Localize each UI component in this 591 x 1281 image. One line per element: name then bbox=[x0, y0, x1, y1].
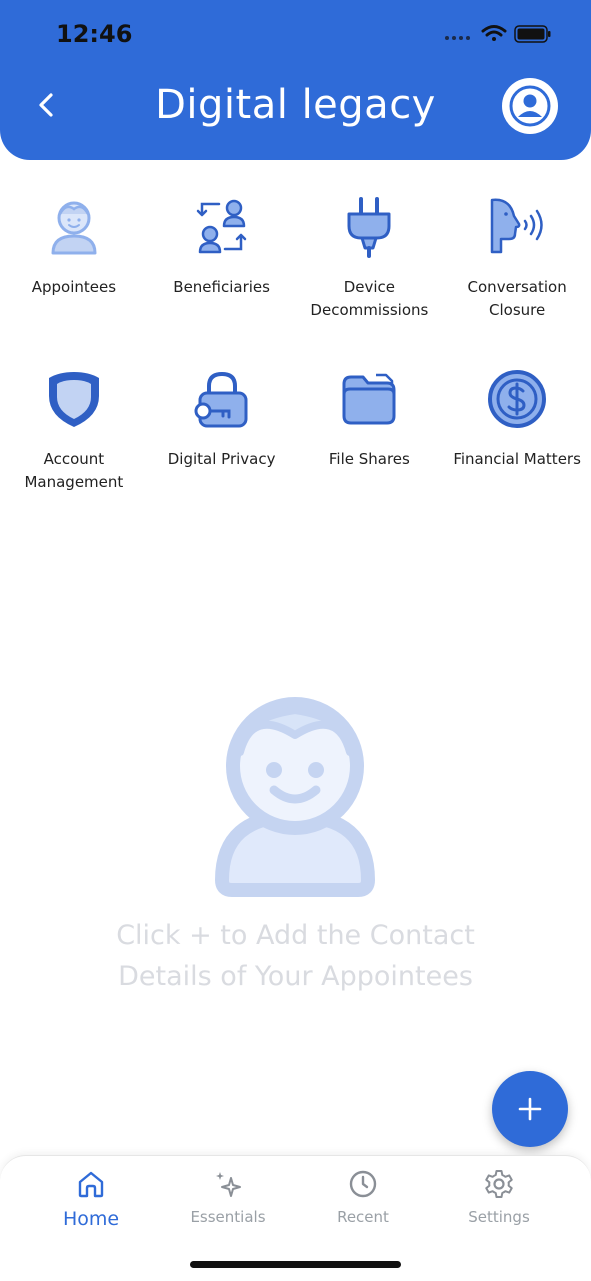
folder-icon bbox=[342, 373, 396, 425]
app-header: 12:46 Digital legacy bbox=[0, 0, 591, 160]
tab-recent[interactable]: Recent bbox=[303, 1166, 423, 1246]
status-icons bbox=[445, 22, 555, 46]
tab-label: Home bbox=[62, 1208, 120, 1230]
lock-key-icon bbox=[194, 371, 248, 428]
category-beneficiaries[interactable]: Beneficiaries bbox=[148, 190, 296, 332]
wifi-icon bbox=[481, 25, 507, 41]
speaking-head-icon bbox=[490, 198, 543, 254]
dollar-coin-icon bbox=[488, 370, 547, 428]
category-device-decommissions[interactable]: Device Decommissions bbox=[296, 190, 444, 332]
add-appointee-button[interactable] bbox=[492, 1071, 568, 1147]
gear-icon bbox=[485, 1170, 513, 1198]
clock-icon bbox=[349, 1170, 377, 1198]
tab-settings[interactable]: Settings bbox=[439, 1166, 559, 1246]
status-time: 12:46 bbox=[56, 20, 133, 48]
appointee-icon bbox=[51, 201, 97, 255]
category-label: Device Decommissions bbox=[310, 278, 429, 319]
category-label: Financial Matters bbox=[453, 450, 581, 468]
appointee-illustration-icon bbox=[215, 697, 375, 897]
category-label: Conversation Closure bbox=[467, 278, 567, 319]
user-circle-icon bbox=[509, 85, 551, 127]
empty-state-message: Click + to Add the Contact Details of Yo… bbox=[116, 920, 475, 992]
battery-icon bbox=[514, 25, 551, 43]
tab-home[interactable]: Home bbox=[31, 1166, 151, 1246]
category-label: Digital Privacy bbox=[167, 450, 276, 468]
category-account-management[interactable]: Account Management bbox=[0, 362, 148, 504]
plus-icon bbox=[518, 1097, 542, 1121]
tab-essentials[interactable]: Essentials bbox=[168, 1166, 288, 1246]
category-label: File Shares bbox=[328, 450, 410, 468]
profile-button[interactable] bbox=[502, 78, 558, 134]
category-label: Account Management bbox=[24, 450, 124, 491]
sparkle-icon bbox=[216, 1172, 241, 1197]
tab-label: Recent bbox=[337, 1208, 389, 1226]
category-label: Appointees bbox=[31, 278, 117, 296]
category-grid: Appointees Beneficiaries Device Decommis… bbox=[0, 190, 591, 504]
shield-icon bbox=[48, 372, 99, 427]
category-digital-privacy[interactable]: Digital Privacy bbox=[148, 362, 296, 504]
category-appointees[interactable]: Appointees bbox=[0, 190, 148, 332]
category-conversation-closure[interactable]: Conversation Closure bbox=[443, 190, 591, 332]
beneficiaries-icon bbox=[196, 199, 246, 254]
tab-label: Essentials bbox=[190, 1208, 266, 1226]
tab-label: Settings bbox=[468, 1208, 530, 1226]
home-indicator bbox=[190, 1261, 401, 1268]
category-file-shares[interactable]: File Shares bbox=[296, 362, 444, 504]
category-label: Beneficiaries bbox=[173, 278, 270, 296]
home-icon bbox=[78, 1171, 104, 1198]
plug-icon bbox=[347, 197, 391, 258]
category-financial-matters[interactable]: Financial Matters bbox=[443, 362, 591, 504]
signal-icon bbox=[445, 36, 470, 40]
